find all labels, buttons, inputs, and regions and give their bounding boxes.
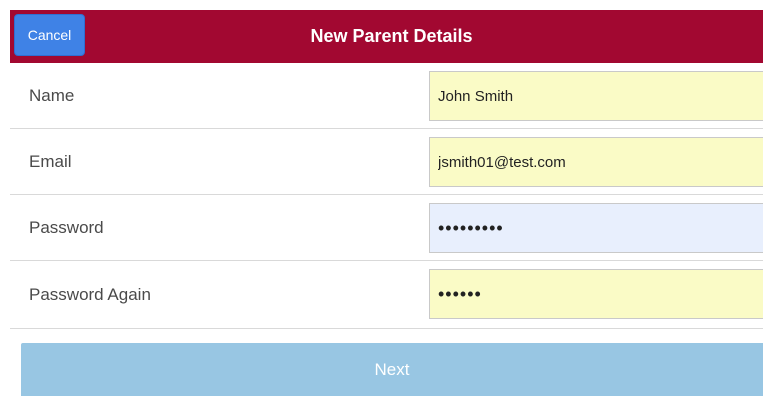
email-field[interactable]: [429, 137, 763, 187]
password-label: Password: [29, 217, 104, 237]
name-label: Name: [29, 85, 75, 105]
form-row-password: Password: [10, 195, 763, 261]
password-again-label: Password Again: [29, 284, 151, 304]
email-label: Email: [29, 151, 72, 171]
name-field[interactable]: [429, 71, 763, 121]
form-row-name: Name: [10, 63, 763, 129]
parent-details-form: Name Email Password Password Again: [10, 63, 763, 329]
form-row-password-again: Password Again: [10, 261, 763, 329]
page: Cancel New Parent Details Name Email Pas…: [0, 0, 763, 396]
form-row-email: Email: [10, 129, 763, 195]
password-field[interactable]: [429, 203, 763, 253]
next-button[interactable]: Next: [21, 343, 763, 396]
password-again-field[interactable]: [429, 269, 763, 319]
page-title: New Parent Details: [310, 26, 473, 46]
header-bar: Cancel New Parent Details: [10, 10, 763, 63]
cancel-button[interactable]: Cancel: [14, 14, 85, 56]
top-strip: [0, 0, 763, 10]
